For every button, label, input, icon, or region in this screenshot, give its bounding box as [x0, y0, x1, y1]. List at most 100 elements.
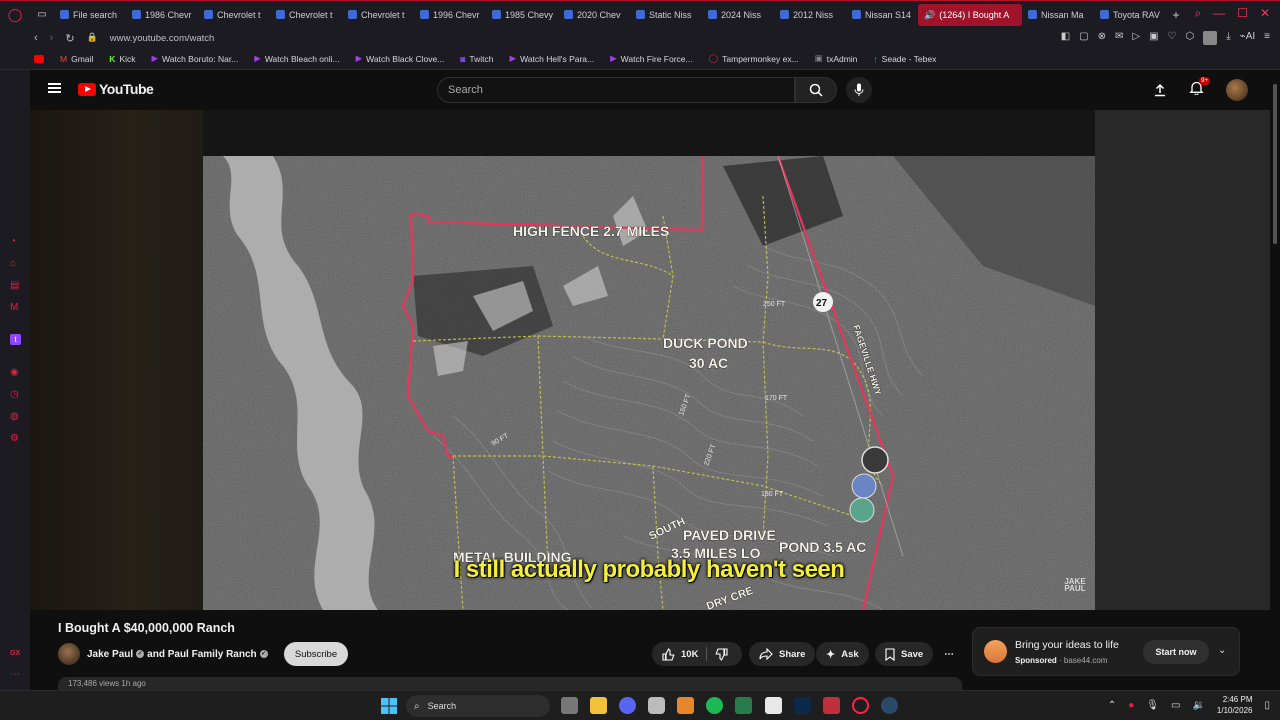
more-icon[interactable]: ⋯ — [10, 669, 21, 680]
channel-name[interactable]: Jake Paul ✓ and Paul Family Ranch ✓ — [87, 649, 271, 660]
tab-11[interactable]: Nissan S14 — [846, 4, 918, 26]
download-icon[interactable]: ⤓ — [1226, 31, 1230, 45]
gx-icon[interactable]: GX — [10, 648, 21, 659]
upload-icon[interactable] — [1153, 83, 1167, 97]
tab-0[interactable]: File search — [54, 4, 126, 26]
bookmark-twitch[interactable]: ◙ Twitch — [460, 54, 493, 64]
like-button[interactable]: 10K — [662, 647, 698, 661]
excel-icon[interactable] — [735, 697, 752, 714]
chat-icon[interactable]: ◍ — [10, 411, 21, 422]
steam-icon[interactable] — [881, 697, 898, 714]
notifications-button[interactable]: 9+ — [1189, 77, 1210, 100]
heart-icon[interactable]: ♡ — [1168, 31, 1177, 45]
tab-7[interactable]: 2020 Chev — [558, 4, 630, 26]
snapshot-icon[interactable]: ▢ — [1079, 31, 1088, 45]
bookmark-gmail[interactable]: M Gmail — [60, 54, 93, 64]
mail-icon[interactable]: ✉ — [1115, 31, 1123, 45]
reload-icon[interactable]: ↻ — [65, 32, 74, 45]
tab-1[interactable]: 1986 Chevr — [126, 4, 198, 26]
display-icon[interactable]: ▭ — [1171, 700, 1180, 711]
tab-5[interactable]: 1996 Chevr — [414, 4, 486, 26]
page-scrollbar[interactable] — [1270, 70, 1280, 690]
player-icon[interactable]: ▷ — [1132, 31, 1140, 45]
more-actions-button[interactable]: ⋯ — [937, 642, 961, 666]
aria-icon[interactable]: ◔ — [10, 236, 21, 247]
new-tab-button[interactable]: + — [1166, 8, 1186, 22]
extensions-icon[interactable]: ⬡ — [1186, 31, 1195, 45]
bookmark-txadmin[interactable]: ▣ txAdmin — [815, 53, 858, 64]
profile-avatar[interactable] — [1203, 31, 1218, 45]
crypto-wallet-icon[interactable]: ⌂ — [10, 258, 21, 269]
hamburger-menu-icon[interactable] — [48, 83, 61, 93]
bookmark-icon[interactable]: ◧ — [1061, 31, 1070, 45]
account-avatar[interactable] — [1226, 79, 1248, 101]
spotify-icon[interactable] — [706, 697, 723, 714]
forward-icon[interactable]: › — [50, 32, 54, 45]
mail-sidebar-icon[interactable]: M — [10, 302, 21, 313]
channel-name-primary[interactable]: Jake Paul — [87, 649, 133, 660]
wallet-icon[interactable]: ▣ — [1149, 31, 1158, 45]
tab-9[interactable]: 2024 Niss — [702, 4, 774, 26]
bookmark-hells-paradise[interactable]: ▶ Watch Hell's Para... — [510, 53, 595, 64]
app-icon[interactable] — [648, 697, 665, 714]
tab-4[interactable]: Chevrolet t — [342, 4, 414, 26]
bookmark-tampermonkey[interactable]: ◯ Tampermonkey ex... — [709, 53, 799, 64]
share-button[interactable]: Share — [749, 642, 816, 666]
clock[interactable]: 2:46 PM 1/10/2026 — [1217, 694, 1253, 716]
close-icon[interactable]: ✕ — [1260, 6, 1270, 21]
bookmark-black-clover[interactable]: ▶ Watch Black Clove... — [356, 53, 445, 64]
menu-icon[interactable]: ≡ — [1264, 31, 1270, 45]
chevron-up-icon[interactable]: ⌃ — [1108, 700, 1116, 711]
bookmark-boruto[interactable]: ▶ Watch Boruto: Nar... — [152, 53, 239, 64]
bookmark-bleach[interactable]: ▶ Watch Bleach onli... — [254, 53, 339, 64]
vlc-icon[interactable] — [677, 697, 694, 714]
description-box[interactable]: 173,486 views 1h ago — [58, 677, 962, 690]
bookmark-youtube[interactable] — [34, 54, 44, 63]
photoshop-icon[interactable] — [794, 697, 811, 714]
ask-button[interactable]: ✦ Ask — [816, 642, 869, 666]
minimize-icon[interactable]: — — [1213, 6, 1225, 21]
tab-active-youtube[interactable]: 🔊 (1264) I Bought A — [918, 3, 1022, 26]
discord-icon[interactable] — [619, 697, 636, 714]
bookmark-fire-force[interactable]: ▶ Watch Fire Force... — [610, 53, 693, 64]
voice-search-button[interactable] — [846, 77, 872, 103]
tab-8[interactable]: Static Niss — [630, 4, 702, 26]
tab-14[interactable]: Toyota RAV — [1094, 4, 1166, 26]
opera-logo-icon[interactable]: ◯ — [0, 7, 30, 23]
channel-avatar[interactable] — [58, 643, 80, 665]
task-view-icon[interactable] — [561, 697, 578, 714]
tab-13[interactable]: Nissan Ma — [1022, 4, 1094, 26]
speaker-icon[interactable]: 🔊 — [924, 10, 935, 20]
search-button[interactable] — [795, 77, 837, 103]
vpn-icon[interactable]: ⊗ — [1098, 31, 1106, 45]
save-button[interactable]: Save — [875, 642, 934, 666]
back-icon[interactable]: ‹ — [34, 32, 38, 45]
opera-gx-taskbar-icon[interactable] — [852, 697, 869, 714]
video-player[interactable]: HIGH FENCE 2.7 MILES DUCK POND 30 AC PAV… — [203, 110, 1095, 610]
tray-app-icon[interactable]: ● — [1128, 700, 1134, 711]
search-tabs-icon[interactable]: ⌕ — [1194, 6, 1201, 21]
url-field[interactable]: www.youtube.com/watch — [110, 33, 215, 44]
scrollbar-thumb[interactable] — [1273, 84, 1277, 244]
editor-icon[interactable] — [823, 697, 840, 714]
search-input[interactable]: Search — [437, 77, 795, 103]
messenger-icon[interactable]: ▤ — [10, 280, 21, 291]
tab-10[interactable]: 2012 Niss — [774, 4, 846, 26]
notification-center-icon[interactable]: ▯ — [1264, 700, 1270, 711]
notion-icon[interactable] — [765, 697, 782, 714]
tab-3[interactable]: Chevrolet t — [270, 4, 342, 26]
taskbar-search[interactable]: ⌕ Search — [406, 695, 550, 717]
volume-icon[interactable]: 🔉 — [1192, 700, 1204, 711]
twitch-sidebar-icon[interactable]: t — [10, 334, 21, 345]
channel-name-collab[interactable]: Paul Family Ranch — [168, 649, 257, 660]
settings-icon[interactable]: ⚙ — [10, 433, 21, 444]
file-explorer-icon[interactable] — [590, 697, 607, 714]
chevron-down-icon[interactable]: ⌄ — [1218, 645, 1226, 656]
tab-6[interactable]: 1985 Chevy — [486, 4, 558, 26]
history-icon[interactable]: ◷ — [10, 389, 21, 400]
windows-start-icon[interactable] — [381, 698, 397, 714]
player-sidebar-icon[interactable]: ◉ — [10, 367, 21, 378]
ad-cta-button[interactable]: Start now — [1143, 640, 1209, 664]
tab-2[interactable]: Chevrolet t — [198, 4, 270, 26]
maximize-icon[interactable]: ☐ — [1237, 6, 1248, 21]
